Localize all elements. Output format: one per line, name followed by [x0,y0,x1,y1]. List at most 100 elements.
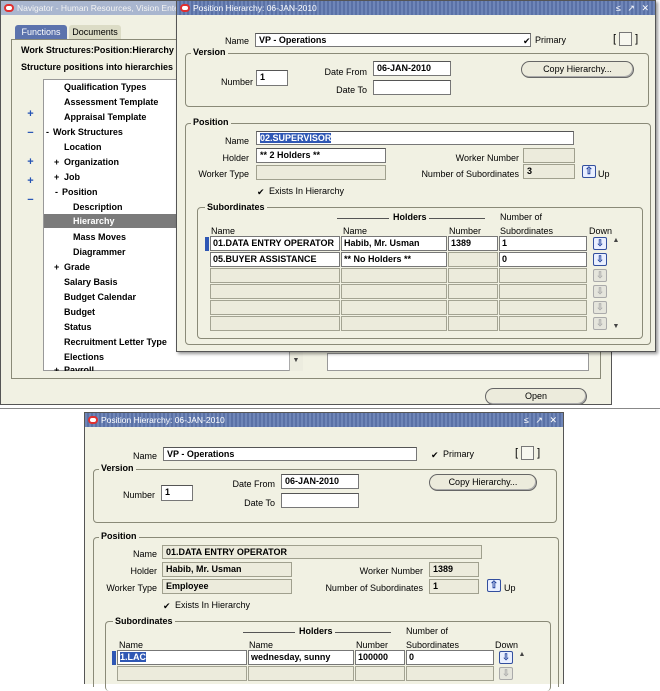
sub-row-2-name[interactable]: 05.BUYER ASSISTANCE [210,252,340,267]
tree-item-description[interactable]: Description [73,202,123,212]
flex-field-button[interactable]: [] [613,32,638,46]
primary-checkbox[interactable]: ✔ Primary [523,35,566,46]
tree-item-work-structures[interactable]: Work Structures [53,127,123,137]
expand-all-button[interactable]: + [23,175,38,189]
exists-in-hierarchy-checkbox[interactable]: ✔ Exists In Hierarchy [163,600,250,611]
open-button[interactable]: Open [485,388,587,405]
tree-item-appraisal-template[interactable]: Appraisal Template [64,112,146,122]
tree-item-payroll[interactable]: Payroll [64,365,94,371]
sub-row-1-name[interactable]: 1.LAC [117,650,247,665]
up-arrow-icon[interactable]: ⇧ [582,165,596,178]
holder-field[interactable]: Habib, Mr. Usman [162,562,292,577]
tree-item-elections[interactable]: Elections [64,352,104,362]
window-2-titlebar: Position Hierarchy: 06-JAN-2010 ≤ ↗ ✕ [85,413,563,427]
sub-row-1-subs[interactable]: 1 [499,236,587,251]
position-name-field[interactable]: 02.SUPERVISOR [256,131,574,145]
tree-item-status[interactable]: Status [64,322,92,332]
exists-in-hierarchy-checkbox[interactable]: ✔ Exists In Hierarchy [257,186,344,197]
oracle-logo-icon [180,4,190,12]
sub-row-1-subs[interactable]: 0 [406,650,494,665]
empty-row-3-holder[interactable] [341,268,447,283]
sub-row-1-name[interactable]: 01.DATA ENTRY OPERATOR [210,236,340,251]
tree-item-job[interactable]: Job [64,172,80,182]
empty-row-6-name[interactable] [210,316,340,331]
window-2-controls[interactable]: ≤ ↗ ✕ [524,413,559,427]
tree-item-budget[interactable]: Budget [64,307,95,317]
sub-row-2-number[interactable] [448,252,498,267]
holders-header: Holders [299,626,333,636]
primary-checkbox[interactable]: ✔ Primary [431,449,474,460]
tree-item-salary-basis[interactable]: Salary Basis [64,277,118,287]
empty-row-2-number[interactable] [355,666,405,681]
flex-field-button[interactable]: [] [515,446,540,460]
empty-row-4-subs[interactable] [499,284,587,299]
collapse-button[interactable]: − [23,127,38,141]
tab-documents[interactable]: Documents [69,25,121,39]
up-arrow-icon[interactable]: ⇧ [487,579,501,592]
empty-row-5-holder[interactable] [341,300,447,315]
scroll-up-icon[interactable]: ▲ [517,650,527,660]
tree-item-recruitment-letter-type[interactable]: Recruitment Letter Type [64,337,167,347]
empty-row-6-holder[interactable] [341,316,447,331]
scroll-down-icon[interactable]: ▼ [611,322,621,332]
empty-row-4-number[interactable] [448,284,498,299]
hierarchy-name-field[interactable]: VP - Operations [163,447,417,461]
empty-row-5-subs[interactable] [499,300,587,315]
hierarchy-name-field[interactable]: VP - Operations [255,33,531,47]
sub-row-1-number[interactable]: 100000 [355,650,405,665]
date-from-field[interactable]: 06-JAN-2010 [281,474,359,489]
tree-scroll-down-icon[interactable]: ▼ [289,357,303,369]
date-to-field[interactable] [373,80,451,95]
tree-item-position[interactable]: Position [62,187,98,197]
tree-item-budget-calendar[interactable]: Budget Calendar [64,292,136,302]
holder-field[interactable]: ** 2 Holders ** [256,148,386,163]
version-number-field[interactable]: 1 [161,485,193,501]
grid-scrollbar[interactable]: ▲ ▼ [611,236,621,332]
tree-item-qualification-types[interactable]: Qualification Types [64,82,146,92]
empty-row-3-name[interactable] [210,268,340,283]
copy-hierarchy-button[interactable]: Copy Hierarchy... [429,474,537,491]
down-arrow-icon[interactable]: ⇩ [499,651,513,664]
version-number-field[interactable]: 1 [256,70,288,86]
grid-scrollbar[interactable]: ▲ [517,650,527,684]
empty-row-5-name[interactable] [210,300,340,315]
tree-item-grade[interactable]: Grade [64,262,90,272]
empty-row-2-name[interactable] [117,666,247,681]
tree-prefix-position: - [55,187,58,197]
tree-item-location[interactable]: Location [64,142,102,152]
tab-functions[interactable]: Functions [15,25,67,39]
expand-branch-button[interactable]: + [23,156,38,170]
empty-row-3-number[interactable] [448,268,498,283]
empty-row-6-subs[interactable] [499,316,587,331]
sub-row-1-holder[interactable]: Habib, Mr. Usman [341,236,447,251]
sub-row-2-holder[interactable]: ** No Holders ** [341,252,447,267]
empty-row-2-holder[interactable] [248,666,354,681]
worker-type-field: Employee [162,579,292,594]
window-1-controls[interactable]: ≤ ↗ ✕ [616,1,651,15]
empty-row-5-number[interactable] [448,300,498,315]
empty-row-4-name[interactable] [210,284,340,299]
scroll-up-icon[interactable]: ▲ [611,236,621,246]
empty-row-6-number[interactable] [448,316,498,331]
tree-item-mass-moves[interactable]: Mass Moves [73,232,126,242]
tree-item-diagrammer[interactable]: Diagrammer [73,247,126,257]
empty-row-4-holder[interactable] [341,284,447,299]
date-from-field[interactable]: 06-JAN-2010 [373,61,451,76]
name-label: Name [132,451,157,461]
empty-row-2-subs[interactable] [406,666,494,681]
tree-item-assessment-template[interactable]: Assessment Template [64,97,158,107]
window-1-titlebar: Position Hierarchy: 06-JAN-2010 ≤ ↗ ✕ [177,1,655,15]
tree-item-organization[interactable]: Organization [64,157,119,167]
copy-hierarchy-button[interactable]: Copy Hierarchy... [521,61,634,78]
collapse-all-button[interactable]: − [23,194,38,208]
position-name-field[interactable]: 01.DATA ENTRY OPERATOR [162,545,482,559]
sub-row-1-holder[interactable]: wednesday, sunny [248,650,354,665]
date-to-field[interactable] [281,493,359,508]
sub-row-2-subs[interactable]: 0 [499,252,587,267]
sub-row-1-number[interactable]: 1389 [448,236,498,251]
empty-row-3-subs[interactable] [499,268,587,283]
position-hierarchy-window-1: Position Hierarchy: 06-JAN-2010 ≤ ↗ ✕ Na… [176,0,656,352]
expand-button[interactable]: + [23,108,38,122]
down-arrow-icon[interactable]: ⇩ [593,237,607,250]
down-arrow-icon[interactable]: ⇩ [593,253,607,266]
